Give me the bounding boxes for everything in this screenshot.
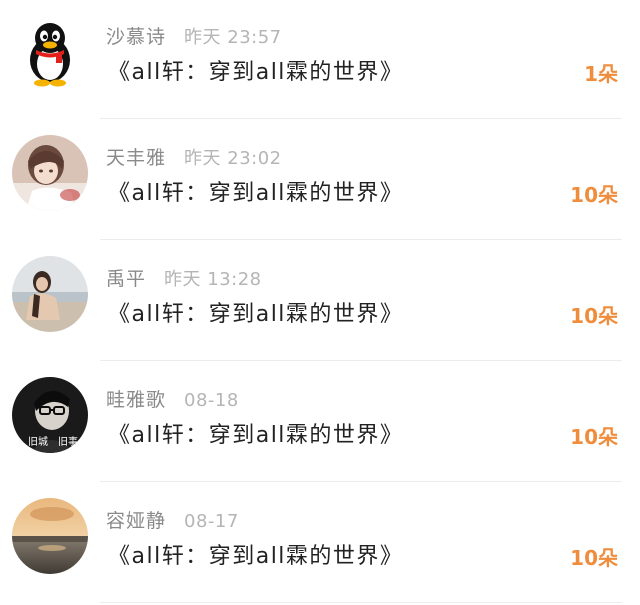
flower-count: 10朵 — [570, 183, 618, 207]
sender-name[interactable]: 沙慕诗 — [106, 22, 166, 49]
sender-name[interactable]: 天丰雅 — [106, 143, 166, 170]
book-title[interactable]: 《all轩：穿到all霖的世界》 — [108, 54, 403, 86]
item-meta: 容娅静 08-17 — [106, 506, 239, 532]
timestamp: 08-18 — [184, 390, 239, 411]
item-meta: 沙慕诗 昨天 23:57 — [106, 22, 282, 48]
divider — [100, 360, 622, 361]
sender-name[interactable]: 畦雅歌 — [106, 385, 166, 412]
sunset-lake-avatar[interactable] — [12, 498, 88, 574]
qq-penguin-avatar[interactable] — [12, 14, 88, 90]
flower-count: 1朵 — [584, 62, 618, 86]
list-item[interactable]: 沙慕诗 昨天 23:57 《all轩：穿到all霖的世界》 1朵 — [0, 0, 640, 121]
flower-count: 10朵 — [570, 425, 618, 449]
avatar-caption-left: 旧城 — [28, 437, 48, 448]
item-meta: 禹平 昨天 13:28 — [106, 264, 262, 290]
flower-count: 10朵 — [570, 304, 618, 328]
flower-count: 10朵 — [570, 546, 618, 570]
timestamp: 昨天 23:02 — [184, 148, 282, 169]
item-meta: 畦雅歌 08-18 — [106, 385, 239, 411]
list-item[interactable]: 天丰雅 昨天 23:02 《all轩：穿到all霖的世界》 10朵 — [0, 121, 640, 242]
timestamp: 08-17 — [184, 511, 239, 532]
glasses-boy-avatar[interactable]: 旧城 旧事 — [12, 377, 88, 453]
book-title[interactable]: 《all轩：穿到all霖的世界》 — [108, 175, 403, 207]
gift-record-list: 沙慕诗 昨天 23:57 《all轩：穿到all霖的世界》 1朵 天丰雅 昨天 … — [0, 0, 640, 605]
divider — [100, 481, 622, 482]
timestamp: 昨天 23:57 — [184, 27, 282, 48]
book-title[interactable]: 《all轩：穿到all霖的世界》 — [108, 538, 403, 570]
beach-girl-avatar[interactable] — [12, 256, 88, 332]
divider — [100, 118, 622, 119]
list-item[interactable]: 禹平 昨天 13:28 《all轩：穿到all霖的世界》 10朵 — [0, 242, 640, 363]
avatar-caption-right: 旧事 — [58, 437, 78, 448]
anime-girl-avatar[interactable] — [12, 135, 88, 211]
book-title[interactable]: 《all轩：穿到all霖的世界》 — [108, 417, 403, 449]
divider — [100, 602, 622, 603]
list-item[interactable]: 容娅静 08-17 《all轩：穿到all霖的世界》 10朵 — [0, 484, 640, 605]
timestamp: 昨天 13:28 — [164, 269, 262, 290]
item-meta: 天丰雅 昨天 23:02 — [106, 143, 282, 169]
book-title[interactable]: 《all轩：穿到all霖的世界》 — [108, 296, 403, 328]
sender-name[interactable]: 禹平 — [106, 264, 146, 291]
list-item[interactable]: 旧城 旧事 畦雅歌 08-18 《all轩：穿到all霖的世界》 10朵 — [0, 363, 640, 484]
divider — [100, 239, 622, 240]
sender-name[interactable]: 容娅静 — [106, 506, 166, 533]
